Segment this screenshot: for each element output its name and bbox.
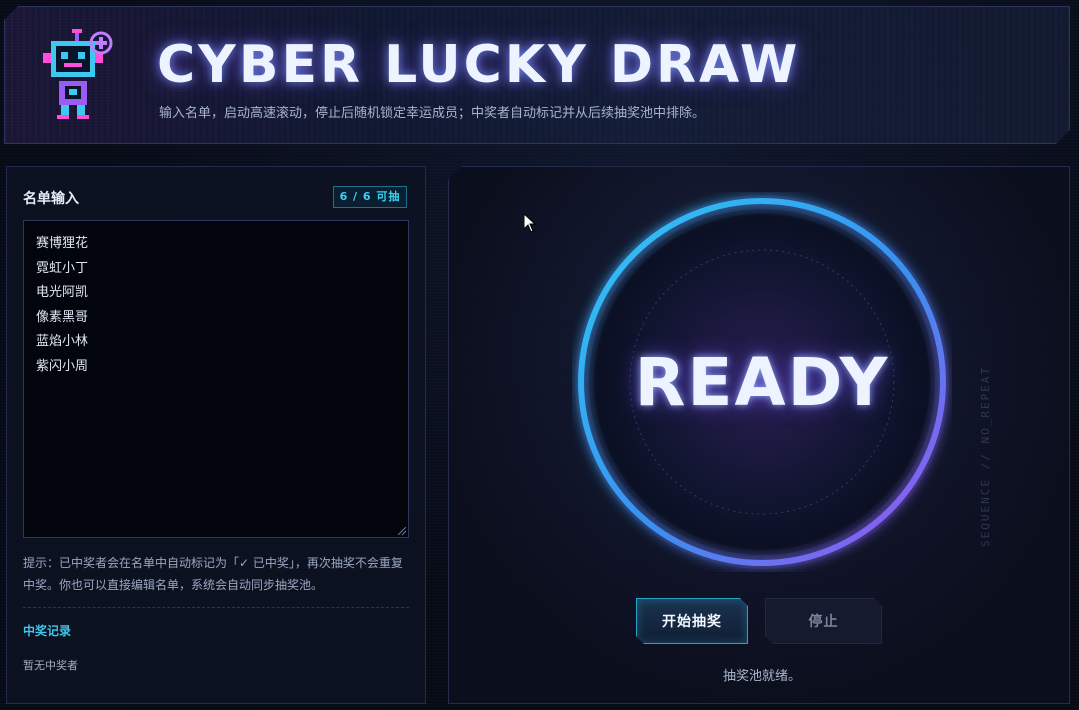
- start-draw-button[interactable]: 开始抽奖: [636, 598, 748, 644]
- available-count-badge: 6 / 6 可抽: [333, 186, 407, 208]
- page-title: CYBER LUCKY DRAW: [157, 35, 801, 95]
- resize-handle-icon[interactable]: [398, 527, 406, 535]
- name-entry: 霓虹小丁: [36, 260, 89, 276]
- name-entry: 紫闪小周: [36, 358, 89, 374]
- page-subtitle: 输入名单，启动高速滚动，停止后随机锁定幸运成员；中奖者自动标记并从后续抽奖池中排…: [159, 106, 706, 121]
- winner-records-title: 中奖记录: [23, 624, 72, 638]
- divider: [23, 607, 409, 608]
- hint-text: 提示：已中奖者会在名单中自动标记为「✓ 已中奖」，再次抽奖不会重复中奖。你也可以…: [23, 556, 403, 592]
- name-list-title: 名单输入: [23, 191, 79, 207]
- header-banner: CYBER LUCKY DRAW 输入名单，启动高速滚动，停止后随机锁定幸运成员…: [4, 6, 1070, 144]
- draw-ring: READY: [572, 192, 952, 572]
- name-entry: 像素黑哥: [36, 309, 89, 325]
- name-entry: 蓝焰小林: [36, 334, 89, 349]
- robot-icon: [37, 29, 117, 129]
- mouse-cursor-icon: [524, 214, 536, 233]
- draw-status-text: 抽奖池就绪。: [722, 669, 801, 684]
- draw-display-text: READY: [634, 344, 890, 421]
- name-entry: 赛博狸花: [36, 236, 89, 251]
- name-entry: 电光阿凯: [36, 285, 89, 300]
- winner-records-empty: 暂无中奖者: [23, 659, 78, 672]
- vertical-decoration-text: SEQUENCE // NO_REPEAT: [979, 365, 992, 547]
- stop-draw-button[interactable]: 停止: [765, 598, 882, 644]
- name-list-textarea[interactable]: 赛博狸花 霓虹小丁 电光阿凯 像素黑哥 蓝焰小林 紫闪小周: [23, 220, 409, 538]
- name-list-panel: 名单输入 6 / 6 可抽 赛博狸花 霓虹小丁 电光阿凯 像素黑哥 蓝焰小林 紫…: [6, 166, 426, 704]
- draw-stage-panel: READY 开始抽奖 停止 抽奖池就绪。 SEQUENCE // NO_REPE…: [448, 166, 1070, 704]
